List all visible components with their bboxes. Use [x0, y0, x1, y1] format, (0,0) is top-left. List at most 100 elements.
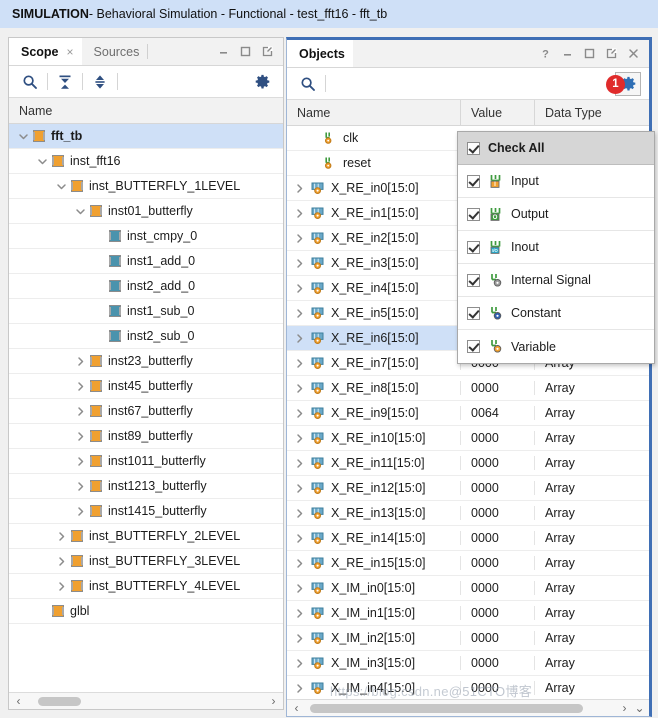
objects-maximize-button[interactable]: [583, 47, 596, 60]
checkbox-checked-icon[interactable]: [467, 340, 480, 353]
scope-tree-row[interactable]: glbl: [9, 599, 283, 624]
chevron-right-icon[interactable]: [293, 282, 306, 295]
collapse-all-icon[interactable]: [52, 70, 78, 94]
chevron-right-icon[interactable]: [74, 380, 87, 393]
objects-filter-menu[interactable]: Check All I Input O Output I/O Inout Internal S…: [457, 131, 655, 364]
chevron-right-icon[interactable]: [293, 182, 306, 195]
chevron-down-icon[interactable]: [74, 205, 87, 218]
scope-tree-row[interactable]: inst1213_butterfly: [9, 474, 283, 499]
checkbox-checked-icon[interactable]: [467, 273, 480, 287]
scope-tree-row[interactable]: inst1011_butterfly: [9, 449, 283, 474]
chevron-down-icon[interactable]: [36, 155, 49, 168]
scope-tree-row[interactable]: inst01_butterfly: [9, 199, 283, 224]
chevron-right-icon[interactable]: [74, 430, 87, 443]
chevron-right-icon[interactable]: [293, 257, 306, 270]
scope-tree-row[interactable]: inst45_butterfly: [9, 374, 283, 399]
tab-objects[interactable]: Objects: [287, 40, 353, 67]
checkbox-checked-icon[interactable]: [467, 240, 480, 254]
objects-column-name[interactable]: Name: [287, 100, 461, 125]
chevron-right-icon[interactable]: [293, 682, 306, 695]
chevron-right-icon[interactable]: [293, 382, 306, 395]
objects-column-datatype[interactable]: Data Type: [535, 100, 649, 125]
objects-list-row[interactable]: X_IM_in2[15:0] 0000 Array: [287, 626, 649, 651]
chevron-right-icon[interactable]: [293, 557, 306, 570]
chevron-down-icon[interactable]: [17, 130, 30, 143]
scope-tree-row[interactable]: inst2_sub_0: [9, 324, 283, 349]
objects-list-row[interactable]: X_RE_in12[15:0] 0000 Array: [287, 476, 649, 501]
objects-list-row[interactable]: X_RE_in8[15:0] 0000 Array: [287, 376, 649, 401]
objects-list-row[interactable]: X_IM_in0[15:0] 0000 Array: [287, 576, 649, 601]
checkbox-checked-icon[interactable]: [467, 306, 480, 320]
objects-help-button[interactable]: ?: [539, 47, 552, 60]
scope-tree-row[interactable]: inst23_butterfly: [9, 349, 283, 374]
scope-tree-row[interactable]: inst_fft16: [9, 149, 283, 174]
scope-tree-row[interactable]: inst_BUTTERFLY_3LEVEL: [9, 549, 283, 574]
objects-list-row[interactable]: X_RE_in14[15:0] 0000 Array: [287, 526, 649, 551]
scope-maximize-button[interactable]: [239, 45, 252, 58]
search-icon[interactable]: [17, 70, 43, 94]
scope-settings-gear-icon[interactable]: [249, 70, 275, 94]
objects-scroll-right-arrow[interactable]: ›: [617, 701, 632, 715]
tab-scope[interactable]: Scope ×: [9, 38, 82, 65]
chevron-down-icon[interactable]: [55, 180, 68, 193]
scope-tree-row[interactable]: inst89_butterfly: [9, 424, 283, 449]
scope-scroll-right-arrow[interactable]: ›: [266, 694, 281, 708]
objects-list-row[interactable]: X_RE_in13[15:0] 0000 Array: [287, 501, 649, 526]
chevron-right-icon[interactable]: [293, 632, 306, 645]
filter-menu-item[interactable]: I Input: [458, 165, 654, 198]
chevron-right-icon[interactable]: [293, 482, 306, 495]
chevron-right-icon[interactable]: [293, 432, 306, 445]
scope-horizontal-scrollbar[interactable]: ‹ ›: [9, 692, 283, 709]
scope-tree[interactable]: fft_tb inst_fft16 inst_BUTTERFLY_1LEVEL ins…: [9, 124, 283, 692]
objects-column-value[interactable]: Value: [461, 100, 535, 125]
filter-menu-item[interactable]: O Output: [458, 198, 654, 231]
chevron-right-icon[interactable]: [293, 232, 306, 245]
chevron-right-icon[interactable]: [293, 357, 306, 370]
filter-menu-item[interactable]: Constant: [458, 297, 654, 330]
chevron-right-icon[interactable]: [293, 607, 306, 620]
scope-tree-row[interactable]: inst_BUTTERFLY_2LEVEL: [9, 524, 283, 549]
scope-tree-row[interactable]: inst1415_butterfly: [9, 499, 283, 524]
scope-scroll-track[interactable]: [26, 696, 266, 706]
chevron-right-icon[interactable]: [74, 355, 87, 368]
checkbox-checked-icon[interactable]: [467, 174, 480, 188]
objects-list-row[interactable]: X_IM_in1[15:0] 0000 Array: [287, 601, 649, 626]
scope-tree-row[interactable]: fft_tb: [9, 124, 283, 149]
chevron-right-icon[interactable]: [55, 555, 68, 568]
chevron-right-icon[interactable]: [74, 505, 87, 518]
scope-minimize-button[interactable]: [217, 45, 230, 58]
objects-scroll-track[interactable]: [304, 703, 617, 713]
filter-menu-item[interactable]: Internal Signal: [458, 264, 654, 297]
scope-tree-row[interactable]: inst_cmpy_0: [9, 224, 283, 249]
objects-filter-gear-button[interactable]: 1: [606, 71, 641, 96]
scope-scroll-left-arrow[interactable]: ‹: [11, 694, 26, 708]
objects-list-row[interactable]: X_RE_in9[15:0] 0064 Array: [287, 401, 649, 426]
chevron-right-icon[interactable]: [293, 207, 306, 220]
chevron-right-icon[interactable]: [293, 407, 306, 420]
scope-tree-row[interactable]: inst67_butterfly: [9, 399, 283, 424]
objects-scroll-down-arrow[interactable]: ⌄: [632, 701, 647, 715]
objects-close-button[interactable]: [627, 47, 640, 60]
objects-list-row[interactable]: X_RE_in11[15:0] 0000 Array: [287, 451, 649, 476]
filter-menu-item[interactable]: I/O Inout: [458, 231, 654, 264]
chevron-right-icon[interactable]: [293, 507, 306, 520]
objects-list-row[interactable]: X_RE_in10[15:0] 0000 Array: [287, 426, 649, 451]
objects-list-row[interactable]: X_IM_in3[15:0] 0000 Array: [287, 651, 649, 676]
objects-scroll-thumb[interactable]: [310, 703, 583, 713]
chevron-right-icon[interactable]: [74, 405, 87, 418]
tab-scope-close-icon[interactable]: ×: [67, 45, 74, 59]
chevron-right-icon[interactable]: [293, 457, 306, 470]
filter-menu-item[interactable]: Variable: [458, 330, 654, 363]
checkbox-checked-icon[interactable]: [467, 141, 480, 155]
filter-menu-item[interactable]: Check All: [458, 132, 654, 165]
chevron-right-icon[interactable]: [293, 657, 306, 670]
objects-list-row[interactable]: X_RE_in15[15:0] 0000 Array: [287, 551, 649, 576]
chevron-right-icon[interactable]: [74, 480, 87, 493]
checkbox-checked-icon[interactable]: [467, 207, 480, 221]
expand-all-icon[interactable]: [87, 70, 113, 94]
chevron-right-icon[interactable]: [74, 455, 87, 468]
chevron-right-icon[interactable]: [293, 532, 306, 545]
objects-scroll-left-arrow[interactable]: ‹: [289, 701, 304, 715]
chevron-right-icon[interactable]: [293, 582, 306, 595]
scope-tree-row[interactable]: inst2_add_0: [9, 274, 283, 299]
